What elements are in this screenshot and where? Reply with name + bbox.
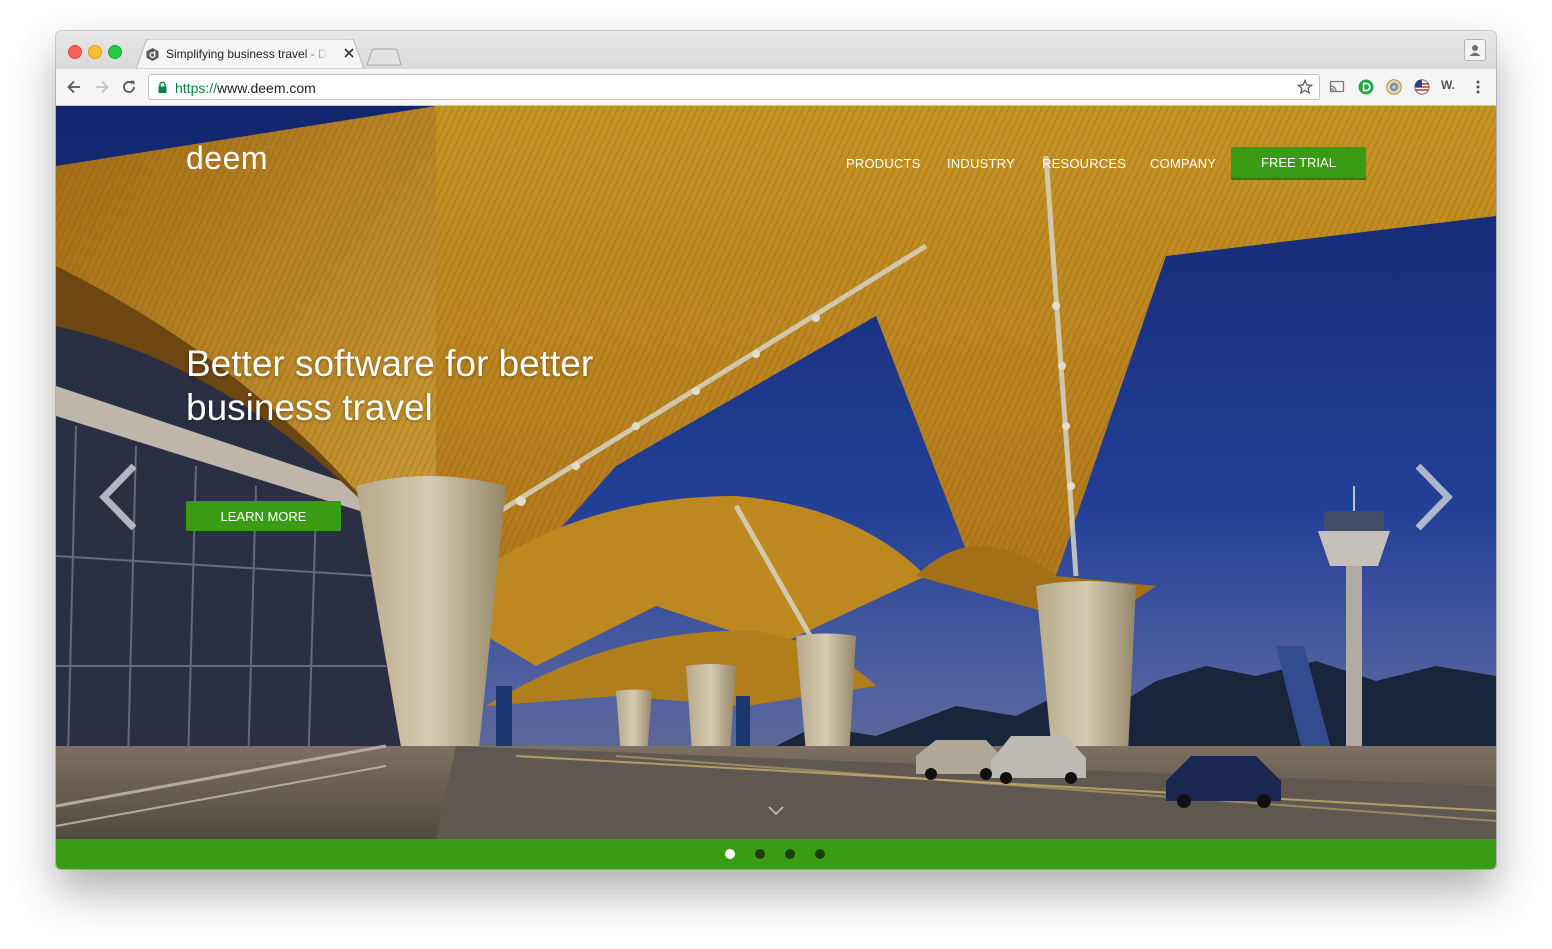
scroll-down-icon[interactable]: [768, 806, 784, 816]
extension-badge-icon[interactable]: [1386, 79, 1402, 95]
new-tab-button[interactable]: [366, 48, 402, 66]
web-page: deem· PRODUCTS INDUSTRY RESOURCES COMPAN…: [56, 106, 1496, 869]
cast-icon[interactable]: [1329, 79, 1345, 95]
carousel-dot-3[interactable]: [785, 849, 795, 859]
minimize-window-button[interactable]: [88, 45, 102, 59]
lock-icon: [158, 81, 167, 93]
airport-canopy-photo: [56, 106, 1496, 839]
carousel-dot-4[interactable]: [815, 849, 825, 859]
menu-kebab-icon[interactable]: [1470, 79, 1486, 95]
reload-icon[interactable]: [120, 78, 138, 96]
close-window-button[interactable]: [68, 45, 82, 59]
bookmark-star-icon[interactable]: [1297, 79, 1313, 95]
tab-title: Simplifying business travel - Deem: [166, 47, 328, 61]
close-tab-icon[interactable]: [343, 47, 355, 59]
nav-company[interactable]: COMPANY: [1150, 156, 1216, 171]
learn-more-button[interactable]: LEARN MORE: [186, 501, 341, 531]
browser-window: Simplifying business travel - Deem: [56, 31, 1496, 869]
url-scheme: https://: [175, 80, 218, 96]
carousel-indicator-bar: [56, 839, 1496, 869]
url-text: https://www.deem.com: [175, 80, 316, 96]
address-bar[interactable]: https://www.deem.com: [148, 74, 1320, 100]
deem-favicon-icon: [146, 48, 159, 61]
url-host: www.deem.com: [217, 80, 316, 96]
carousel-dot-1[interactable]: [725, 849, 735, 859]
browser-toolbar: https://www.deem.com W.: [56, 69, 1496, 106]
carousel-dot-2[interactable]: [755, 849, 765, 859]
extension-w-icon[interactable]: W.: [1441, 78, 1461, 94]
forward-icon[interactable]: [93, 78, 111, 96]
tab-strip: Simplifying business travel - Deem: [56, 31, 1496, 69]
hero-headline: Better software for better business trav…: [186, 343, 594, 428]
hero-carousel: deem· PRODUCTS INDUSTRY RESOURCES COMPAN…: [56, 106, 1496, 839]
logo-text: deem: [186, 140, 269, 176]
person-icon: [1469, 45, 1481, 56]
nav-products[interactable]: PRODUCTS: [846, 156, 921, 171]
carousel-prev-arrow-icon[interactable]: [96, 462, 142, 532]
carousel-next-arrow-icon[interactable]: [1410, 462, 1456, 532]
free-trial-button[interactable]: FREE TRIAL: [1231, 147, 1366, 178]
extension-d-icon[interactable]: [1358, 79, 1374, 95]
deem-logo[interactable]: deem·: [186, 140, 271, 177]
browser-tab[interactable]: Simplifying business travel - Deem: [136, 39, 364, 69]
extension-flag-icon[interactable]: [1414, 79, 1430, 95]
back-icon[interactable]: [65, 78, 83, 96]
logo-mark: ·: [268, 144, 271, 151]
profile-button[interactable]: [1464, 39, 1486, 61]
nav-resources[interactable]: RESOURCES: [1042, 156, 1126, 171]
nav-industry[interactable]: INDUSTRY: [947, 156, 1015, 171]
zoom-window-button[interactable]: [108, 45, 122, 59]
